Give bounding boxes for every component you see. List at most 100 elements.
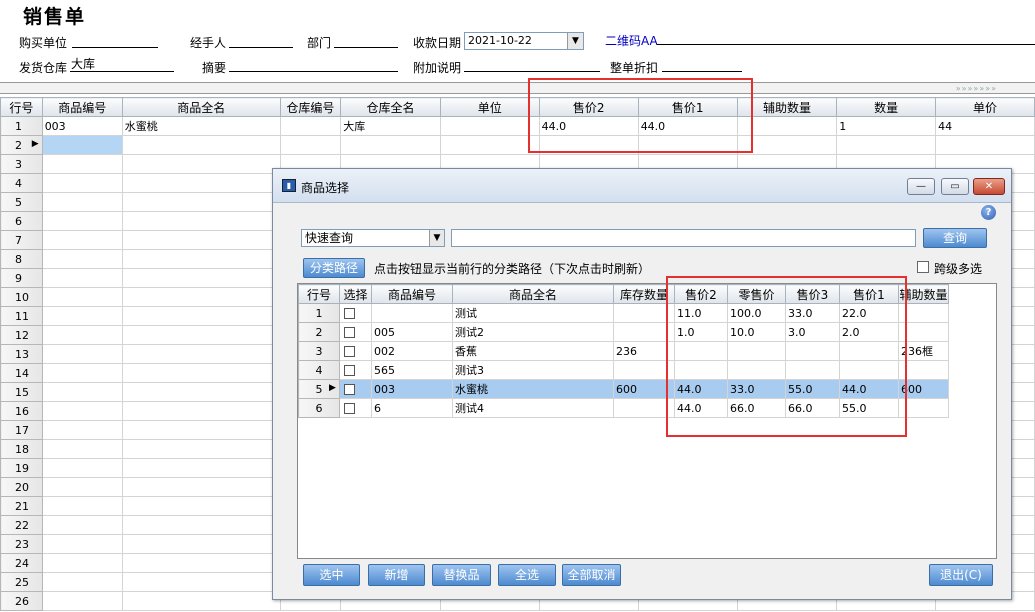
table-cell[interactable] (121, 306, 281, 326)
table-cell[interactable] (121, 230, 281, 250)
category-path-button[interactable]: 分类路径 (303, 258, 365, 278)
table-cell[interactable] (439, 116, 540, 136)
table-cell[interactable] (674, 360, 728, 380)
table-cell[interactable] (340, 135, 441, 155)
table-cell[interactable]: 600 (898, 379, 949, 399)
table-cell[interactable]: 水蜜桃 (121, 116, 281, 136)
table-cell[interactable] (41, 515, 123, 535)
list-item[interactable]: 6 6 测试4 44.0 66.0 66.0 55.0 (298, 398, 949, 418)
table-cell[interactable] (613, 303, 675, 323)
column-header[interactable]: 售价2 (538, 97, 639, 117)
table-cell[interactable] (121, 192, 281, 212)
table-cell[interactable]: 测试4 (452, 398, 614, 418)
table-cell[interactable] (41, 401, 123, 421)
select-checkbox[interactable] (344, 403, 355, 414)
dept-field[interactable] (334, 34, 398, 48)
table-cell[interactable]: 11.0 (674, 303, 728, 323)
chevron-down-icon[interactable]: ▼ (429, 230, 444, 246)
table-cell[interactable] (839, 360, 899, 380)
table-cell[interactable] (727, 341, 786, 361)
select-checkbox[interactable] (344, 346, 355, 357)
table-cell[interactable] (41, 268, 123, 288)
table-cell[interactable] (121, 458, 281, 478)
search-input[interactable] (451, 229, 916, 247)
table-cell[interactable] (121, 591, 281, 611)
table-cell[interactable]: 33.0 (727, 379, 786, 399)
table-cell[interactable] (371, 303, 453, 323)
table-cell[interactable] (121, 420, 281, 440)
table-row[interactable]: 2 ▶ (0, 135, 1035, 155)
column-header[interactable]: 售价2 (674, 284, 728, 304)
column-header[interactable]: 仓库编号 (279, 97, 342, 117)
table-cell[interactable] (121, 173, 281, 193)
table-cell[interactable]: 66.0 (785, 398, 840, 418)
discount-field[interactable] (662, 58, 742, 72)
table-cell[interactable] (439, 135, 540, 155)
table-cell[interactable]: 44.0 (674, 398, 728, 418)
table-cell[interactable]: 236 (613, 341, 675, 361)
table-row[interactable]: 1 003 水蜜桃 大库 44.0 44.0 1 44 (0, 116, 1035, 136)
list-item[interactable]: 5 ▶ 003 水蜜桃 600 44.0 33.0 55.0 44.0 600 (298, 379, 949, 399)
table-cell[interactable]: 002 (371, 341, 453, 361)
list-item[interactable]: 3 002 香蕉 236 236框 (298, 341, 949, 361)
select-cell[interactable] (339, 398, 372, 418)
table-cell[interactable]: 44 (935, 116, 1035, 136)
table-cell[interactable] (898, 322, 949, 342)
table-cell[interactable]: 测试 (452, 303, 614, 323)
table-cell[interactable] (41, 591, 123, 611)
table-cell[interactable] (121, 534, 281, 554)
table-cell[interactable] (736, 116, 838, 136)
table-cell[interactable] (898, 398, 949, 418)
table-cell[interactable]: 6 (371, 398, 453, 418)
table-cell[interactable]: 44.0 (538, 116, 639, 136)
table-cell[interactable] (121, 211, 281, 231)
table-cell[interactable]: 003 (371, 379, 453, 399)
table-cell[interactable] (538, 135, 639, 155)
select-cell[interactable] (339, 341, 372, 361)
table-cell[interactable]: 44.0 (674, 379, 728, 399)
warehouse-field[interactable]: 大库 (70, 58, 174, 72)
table-cell[interactable] (121, 344, 281, 364)
column-header[interactable]: 商品全名 (121, 97, 281, 117)
table-cell[interactable] (121, 325, 281, 345)
table-cell[interactable]: 236框 (898, 341, 949, 361)
maximize-icon[interactable]: ▭ (941, 178, 969, 195)
minimize-icon[interactable]: — (907, 178, 935, 195)
table-cell[interactable] (41, 287, 123, 307)
table-cell[interactable] (121, 363, 281, 383)
qr-field[interactable] (657, 31, 1035, 45)
table-cell[interactable] (41, 382, 123, 402)
table-cell[interactable]: 44.0 (637, 116, 738, 136)
table-cell[interactable]: 10.0 (727, 322, 786, 342)
column-header[interactable]: 商品全名 (452, 284, 614, 304)
table-cell[interactable] (41, 306, 123, 326)
list-item[interactable]: 4 565 测试3 (298, 360, 949, 380)
table-cell[interactable]: 33.0 (785, 303, 840, 323)
table-cell[interactable] (41, 325, 123, 345)
table-cell[interactable] (727, 360, 786, 380)
table-cell[interactable] (736, 135, 838, 155)
table-cell[interactable] (41, 439, 123, 459)
column-header[interactable]: 库存数量 (613, 284, 675, 304)
table-cell[interactable]: 100.0 (727, 303, 786, 323)
table-cell[interactable] (41, 135, 123, 155)
table-cell[interactable] (121, 477, 281, 497)
query-button[interactable]: 查询 (923, 228, 987, 248)
table-cell[interactable] (41, 173, 123, 193)
column-header[interactable]: 零售价 (727, 284, 786, 304)
table-cell[interactable] (839, 341, 899, 361)
table-cell[interactable] (613, 360, 675, 380)
table-cell[interactable] (41, 344, 123, 364)
table-cell[interactable] (935, 135, 1035, 155)
table-cell[interactable]: 1.0 (674, 322, 728, 342)
column-header[interactable]: 仓库全名 (340, 97, 441, 117)
table-cell[interactable] (121, 382, 281, 402)
table-cell[interactable] (898, 303, 949, 323)
table-cell[interactable]: 测试2 (452, 322, 614, 342)
table-cell[interactable]: 66.0 (727, 398, 786, 418)
table-cell[interactable] (785, 341, 840, 361)
column-header[interactable]: 行号 (298, 284, 340, 304)
table-cell[interactable] (613, 322, 675, 342)
table-cell[interactable] (121, 515, 281, 535)
table-cell[interactable] (121, 401, 281, 421)
